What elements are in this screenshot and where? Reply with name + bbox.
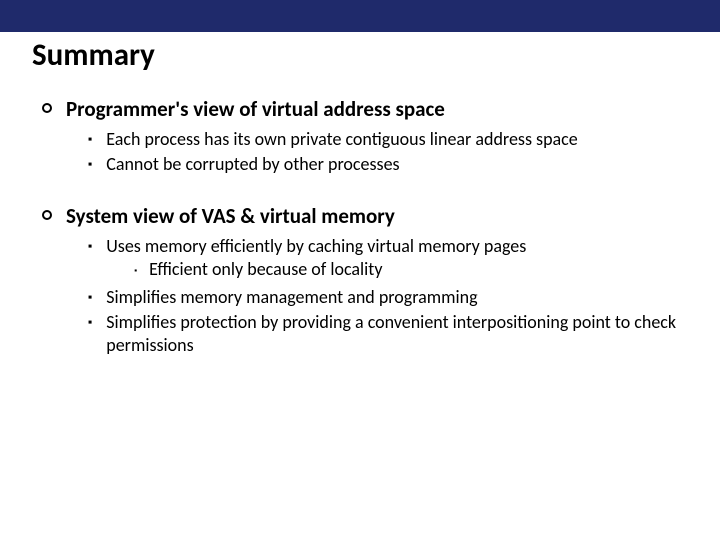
item-text: Uses memory efficiently by caching virtu… bbox=[106, 235, 526, 257]
sub-list: ▪ Uses memory efficiently by caching vir… bbox=[88, 235, 688, 358]
list-item: ▪ Cannot be corrupted by other processes bbox=[88, 153, 688, 176]
item-text: Each process has its own private contigu… bbox=[106, 128, 688, 151]
square-bullet-icon: ▪ bbox=[88, 316, 92, 332]
section-programmer-view: Programmer's view of virtual address spa… bbox=[32, 96, 688, 177]
list-item: ▪ Simplifies protection by providing a c… bbox=[88, 311, 688, 358]
item-block: Uses memory efficiently by caching virtu… bbox=[106, 235, 688, 284]
item-text: Simplifies protection by providing a con… bbox=[106, 311, 688, 358]
section-heading: System view of VAS & virtual memory bbox=[66, 203, 395, 229]
item-text: Efficient only because of locality bbox=[149, 258, 688, 281]
square-bullet-icon: ▪ bbox=[88, 158, 92, 174]
circle-bullet-icon bbox=[42, 210, 52, 220]
item-text: Cannot be corrupted by other processes bbox=[106, 153, 688, 176]
section-head: System view of VAS & virtual memory bbox=[42, 203, 688, 229]
list-item: ▪ Simplifies memory management and progr… bbox=[88, 286, 688, 309]
square-bullet-icon: ▪ bbox=[88, 133, 92, 149]
list-item: ▪ Each process has its own private conti… bbox=[88, 128, 688, 151]
slide-content: Summary Programmer's view of virtual add… bbox=[0, 32, 720, 358]
section-heading: Programmer's view of virtual address spa… bbox=[66, 96, 445, 122]
sub-list: ▪ Each process has its own private conti… bbox=[88, 128, 688, 177]
square-bullet-icon: ▪ bbox=[88, 291, 92, 307]
list-item: ▪ Efficient only because of locality bbox=[134, 258, 688, 281]
section-head: Programmer's view of virtual address spa… bbox=[42, 96, 688, 122]
square-bullet-icon: ▪ bbox=[88, 240, 92, 256]
header-bar bbox=[0, 0, 720, 32]
circle-bullet-icon bbox=[42, 103, 52, 113]
subsub-list: ▪ Efficient only because of locality bbox=[134, 258, 688, 281]
section-system-view: System view of VAS & virtual memory ▪ Us… bbox=[32, 203, 688, 358]
list-item: ▪ Uses memory efficiently by caching vir… bbox=[88, 235, 688, 284]
slide-title: Summary bbox=[32, 36, 688, 74]
small-square-bullet-icon: ▪ bbox=[134, 266, 137, 276]
item-text: Simplifies memory management and program… bbox=[106, 286, 688, 309]
